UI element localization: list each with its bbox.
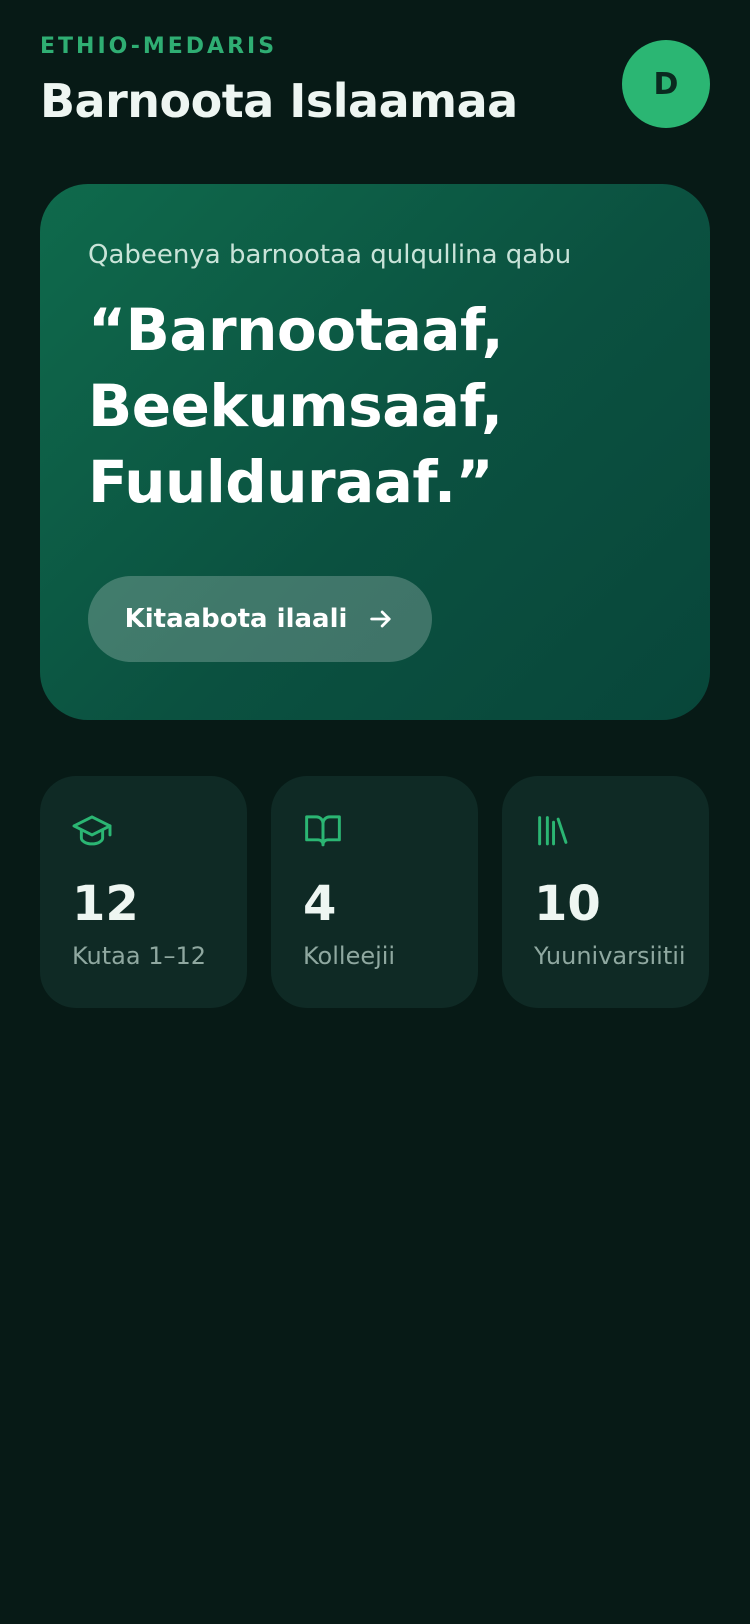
library-icon xyxy=(534,810,677,850)
stat-value: 12 xyxy=(72,876,139,932)
open-book-icon xyxy=(303,810,446,850)
stat-value: 4 xyxy=(303,876,337,932)
home-screen: ETHIO-MEDARIS Barnoota Islaamaa D Qabeen… xyxy=(0,0,750,1624)
hero-quote-line: Fuulduraaf.” xyxy=(88,448,494,516)
hero-subtitle: Qabeenya barnootaa qulqullina qabu xyxy=(88,240,572,270)
stat-card-grades[interactable]: 12 Kutaa 1–12 xyxy=(40,776,247,1008)
graduation-cap-icon xyxy=(72,810,215,850)
hero-quote-line: Beekumsaaf, xyxy=(88,372,503,440)
stat-label: Kutaa 1–12 xyxy=(72,942,207,970)
browse-books-button-label: Kitaabota ilaali xyxy=(124,604,348,634)
stat-card-universities[interactable]: 10 Yuunivarsiitii xyxy=(502,776,709,1008)
hero-card: Qabeenya barnootaa qulqullina qabu “Barn… xyxy=(40,184,710,720)
page-title: Barnoota Islaamaa xyxy=(40,74,518,128)
hero-quote-line: “Barnootaaf, xyxy=(88,296,504,364)
avatar[interactable]: D xyxy=(622,40,710,128)
hero-quote: “Barnootaaf, Beekumsaaf, Fuulduraaf.” xyxy=(88,292,662,520)
stat-value: 10 xyxy=(534,876,601,932)
brand-label: ETHIO-MEDARIS xyxy=(40,34,278,59)
stat-label: Kolleejii xyxy=(303,942,396,970)
header: ETHIO-MEDARIS Barnoota Islaamaa D xyxy=(40,0,710,184)
stat-card-colleges[interactable]: 4 Kolleejii xyxy=(271,776,478,1008)
stats-row: 12 Kutaa 1–12 4 Kolleejii 10 Yuunivarsii… xyxy=(40,776,710,1008)
stat-label: Yuunivarsiitii xyxy=(534,942,686,970)
browse-books-button[interactable]: Kitaabota ilaali xyxy=(88,576,432,662)
arrow-right-icon xyxy=(367,605,395,633)
